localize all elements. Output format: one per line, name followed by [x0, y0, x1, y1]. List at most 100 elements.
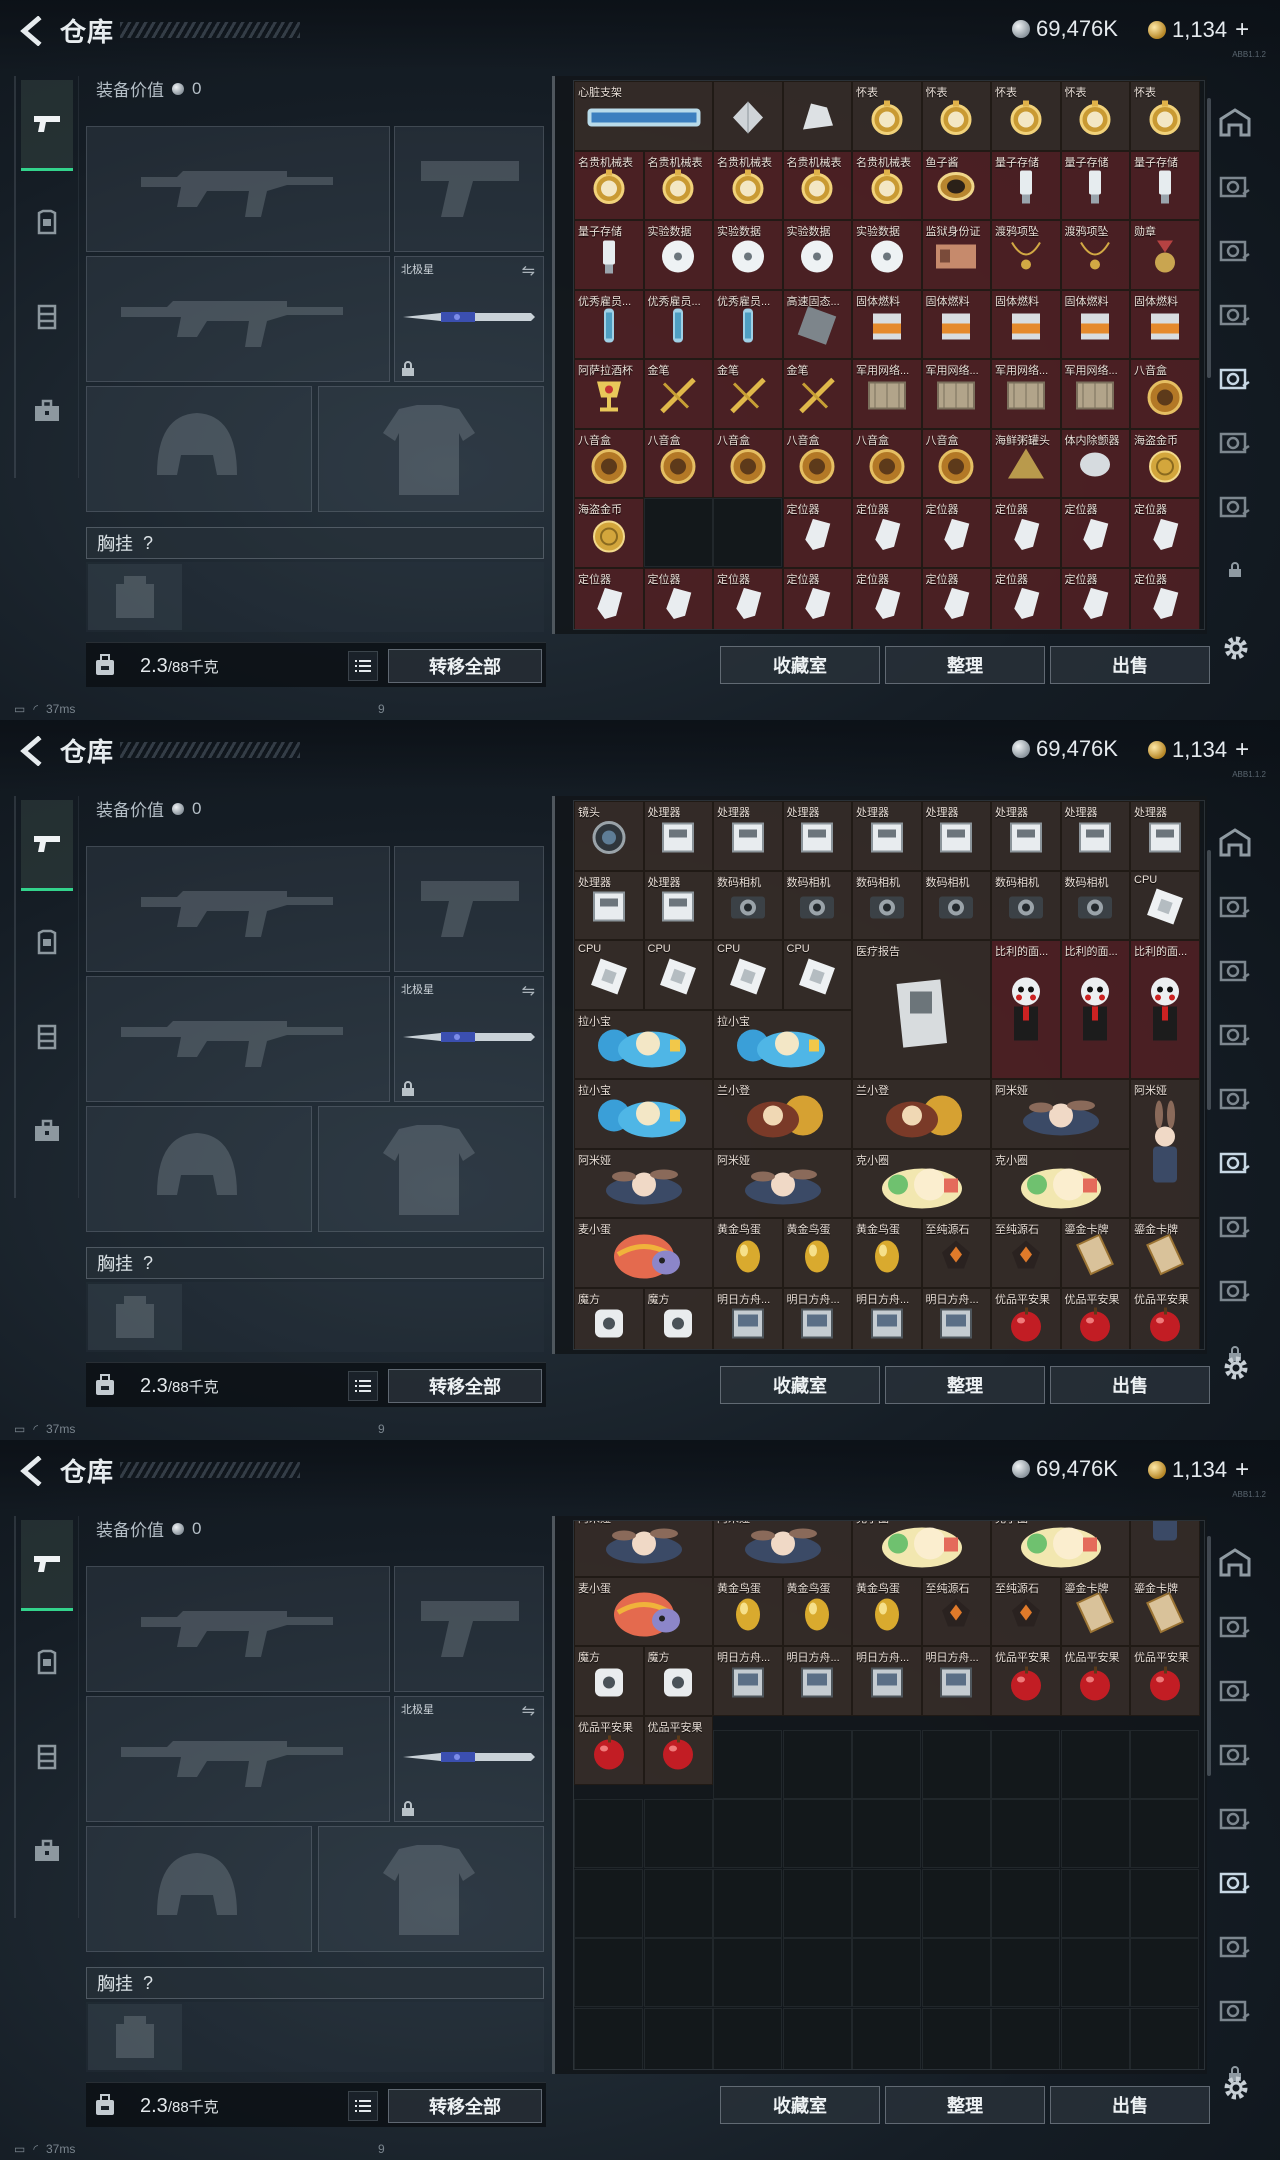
inventory-item[interactable]: 明日方舟... — [713, 1287, 783, 1349]
nav-weapons[interactable] — [21, 800, 73, 891]
add-currency-button[interactable]: + — [1235, 16, 1249, 44]
inventory-item[interactable]: 定位器 — [782, 567, 852, 629]
inventory-item[interactable]: 处理器 — [643, 870, 713, 940]
storage-tab-6[interactable] — [1210, 1850, 1260, 1914]
inventory-item[interactable]: 拉小宝 — [713, 1009, 852, 1079]
inventory-item[interactable]: 名贵机械表 — [852, 150, 922, 220]
inventory-item[interactable]: 量子存储 — [1130, 150, 1200, 220]
inventory-item[interactable]: 定位器 — [991, 498, 1061, 568]
help-icon[interactable]: ? — [143, 1973, 153, 1994]
inventory-item[interactable]: 处理器 — [1130, 801, 1200, 871]
storage-tab-3[interactable] — [1210, 938, 1260, 1002]
chest-rig-slot[interactable]: 胸挂 ? — [86, 1247, 544, 1279]
arrange-button[interactable]: 整理 — [885, 1366, 1045, 1404]
inventory-item[interactable]: 海盗金币 — [1130, 428, 1200, 498]
inventory-item[interactable]: 怀表 — [1130, 81, 1200, 151]
storage-tab-3[interactable] — [1210, 1658, 1260, 1722]
primary-weapon-slot[interactable] — [86, 1566, 390, 1692]
storage-tab-main[interactable] — [1210, 1530, 1260, 1594]
back-button[interactable] — [14, 734, 48, 768]
inventory-item[interactable]: 优品平安果 — [1130, 1646, 1200, 1716]
helmet-slot[interactable] — [86, 1826, 312, 1952]
gold-currency[interactable]: 1,134 + — [1148, 1456, 1249, 1484]
list-view-button[interactable] — [348, 2091, 378, 2121]
inventory-item[interactable]: 处理器 — [782, 801, 852, 871]
inventory-item[interactable]: 八音盒 — [643, 428, 713, 498]
secondary-weapon-slot[interactable] — [86, 256, 390, 382]
gold-currency[interactable]: 1,134 + — [1148, 736, 1249, 764]
inventory-item[interactable]: 数码相机 — [852, 870, 922, 940]
inventory-item[interactable]: 处理器 — [852, 801, 922, 871]
inventory-item[interactable]: CPU — [643, 940, 713, 1010]
inventory-item[interactable]: 海鲜粥罐头 — [991, 428, 1061, 498]
inventory-item[interactable]: 八音盒 — [921, 428, 991, 498]
storage-tab-4[interactable] — [1210, 282, 1260, 346]
inventory-item[interactable]: 黄金鸟蛋 — [713, 1576, 783, 1646]
inventory-item[interactable]: 魔方 — [643, 1646, 713, 1716]
nav-vest[interactable] — [21, 275, 73, 359]
storage-tab-2[interactable] — [1210, 154, 1260, 218]
gear-icon[interactable] — [1220, 2072, 1252, 2104]
nav-backpack[interactable] — [21, 369, 73, 453]
inventory-item[interactable]: 定位器 — [921, 567, 991, 629]
inventory-item[interactable]: 黄金鸟蛋 — [782, 1218, 852, 1288]
inventory-item[interactable]: 固体燃料 — [1130, 289, 1200, 359]
storage-tab-8[interactable] — [1210, 1258, 1260, 1322]
chest-rig-slot[interactable]: 胸挂 ? — [86, 527, 544, 559]
storage-tab-7[interactable] — [1210, 1194, 1260, 1258]
inventory-item[interactable]: 麦小蛋 — [574, 1218, 713, 1288]
sidearm-slot[interactable] — [394, 126, 544, 252]
inventory-item[interactable]: 兰小登 — [713, 1079, 852, 1149]
inventory-item[interactable]: 体内除颤器 — [1060, 428, 1130, 498]
transfer-all-button[interactable]: 转移全部 — [388, 1369, 542, 1403]
inventory-item[interactable]: 优秀雇员... — [713, 289, 783, 359]
melee-slot[interactable]: 北极星 ⇋ — [394, 976, 544, 1102]
inventory-item[interactable]: 定位器 — [991, 567, 1061, 629]
inventory-item[interactable]: 心脏支架 — [574, 81, 713, 151]
inventory-item[interactable]: 医疗报告 — [852, 940, 991, 1079]
inventory-item[interactable]: 金笔 — [713, 359, 783, 429]
inventory-item[interactable]: 固体燃料 — [1060, 289, 1130, 359]
inventory-item[interactable]: 黄金鸟蛋 — [782, 1576, 852, 1646]
inventory-item[interactable]: 定位器 — [1130, 498, 1200, 568]
inventory-item[interactable]: 拉小宝 — [574, 1079, 713, 1149]
inventory-item[interactable]: 鱼子酱 — [921, 150, 991, 220]
inventory-item[interactable]: 阿米娅 — [1130, 1079, 1200, 1218]
inventory-item[interactable]: 八音盒 — [1130, 359, 1200, 429]
sidearm-slot[interactable] — [394, 846, 544, 972]
inventory-item[interactable]: 比利的面... — [1060, 940, 1130, 1079]
arrange-button[interactable]: 整理 — [885, 2086, 1045, 2124]
inventory-item[interactable]: 克小圈 — [852, 1148, 991, 1218]
inventory-item[interactable]: 阿米娅 — [713, 1148, 852, 1218]
nav-backpack[interactable] — [21, 1089, 73, 1173]
inventory-item[interactable]: 量子存储 — [1060, 150, 1130, 220]
inventory-item[interactable]: 渡鸦项坠 — [991, 220, 1061, 290]
storage-tab-8[interactable] — [1210, 1978, 1260, 2042]
inventory-item[interactable]: 数码相机 — [991, 870, 1061, 940]
inventory-item[interactable]: 阿米娅 — [713, 1521, 852, 1577]
inventory-item[interactable]: CPU — [782, 940, 852, 1010]
inventory-item[interactable]: 固体燃料 — [921, 289, 991, 359]
backpack-icon[interactable] — [94, 1374, 116, 1396]
inventory-item[interactable]: 处理器 — [713, 801, 783, 871]
nav-backpack[interactable] — [21, 1809, 73, 1893]
storage-tab-main[interactable] — [1210, 90, 1260, 154]
inventory-item[interactable] — [1130, 1521, 1200, 1577]
inventory-item[interactable]: 拉小宝 — [574, 1009, 713, 1079]
inventory-item[interactable]: 名贵机械表 — [643, 150, 713, 220]
inventory-item[interactable]: 八音盒 — [574, 428, 644, 498]
inventory-item[interactable] — [713, 81, 783, 151]
nav-weapons[interactable] — [21, 80, 73, 171]
sell-button[interactable]: 出售 — [1050, 646, 1210, 684]
inventory-item[interactable]: 优品平安果 — [574, 1715, 644, 1785]
inventory-item[interactable]: 定位器 — [852, 567, 922, 629]
inventory-item[interactable]: 名贵机械表 — [782, 150, 852, 220]
inventory-item[interactable]: 怀表 — [921, 81, 991, 151]
storage-tab-2[interactable] — [1210, 874, 1260, 938]
nav-vest[interactable] — [21, 995, 73, 1079]
storage-tab-3[interactable] — [1210, 218, 1260, 282]
collection-button[interactable]: 收藏室 — [720, 646, 880, 684]
inventory-item[interactable]: 怀表 — [991, 81, 1061, 151]
collection-button[interactable]: 收藏室 — [720, 1366, 880, 1404]
transfer-all-button[interactable]: 转移全部 — [388, 2089, 542, 2123]
